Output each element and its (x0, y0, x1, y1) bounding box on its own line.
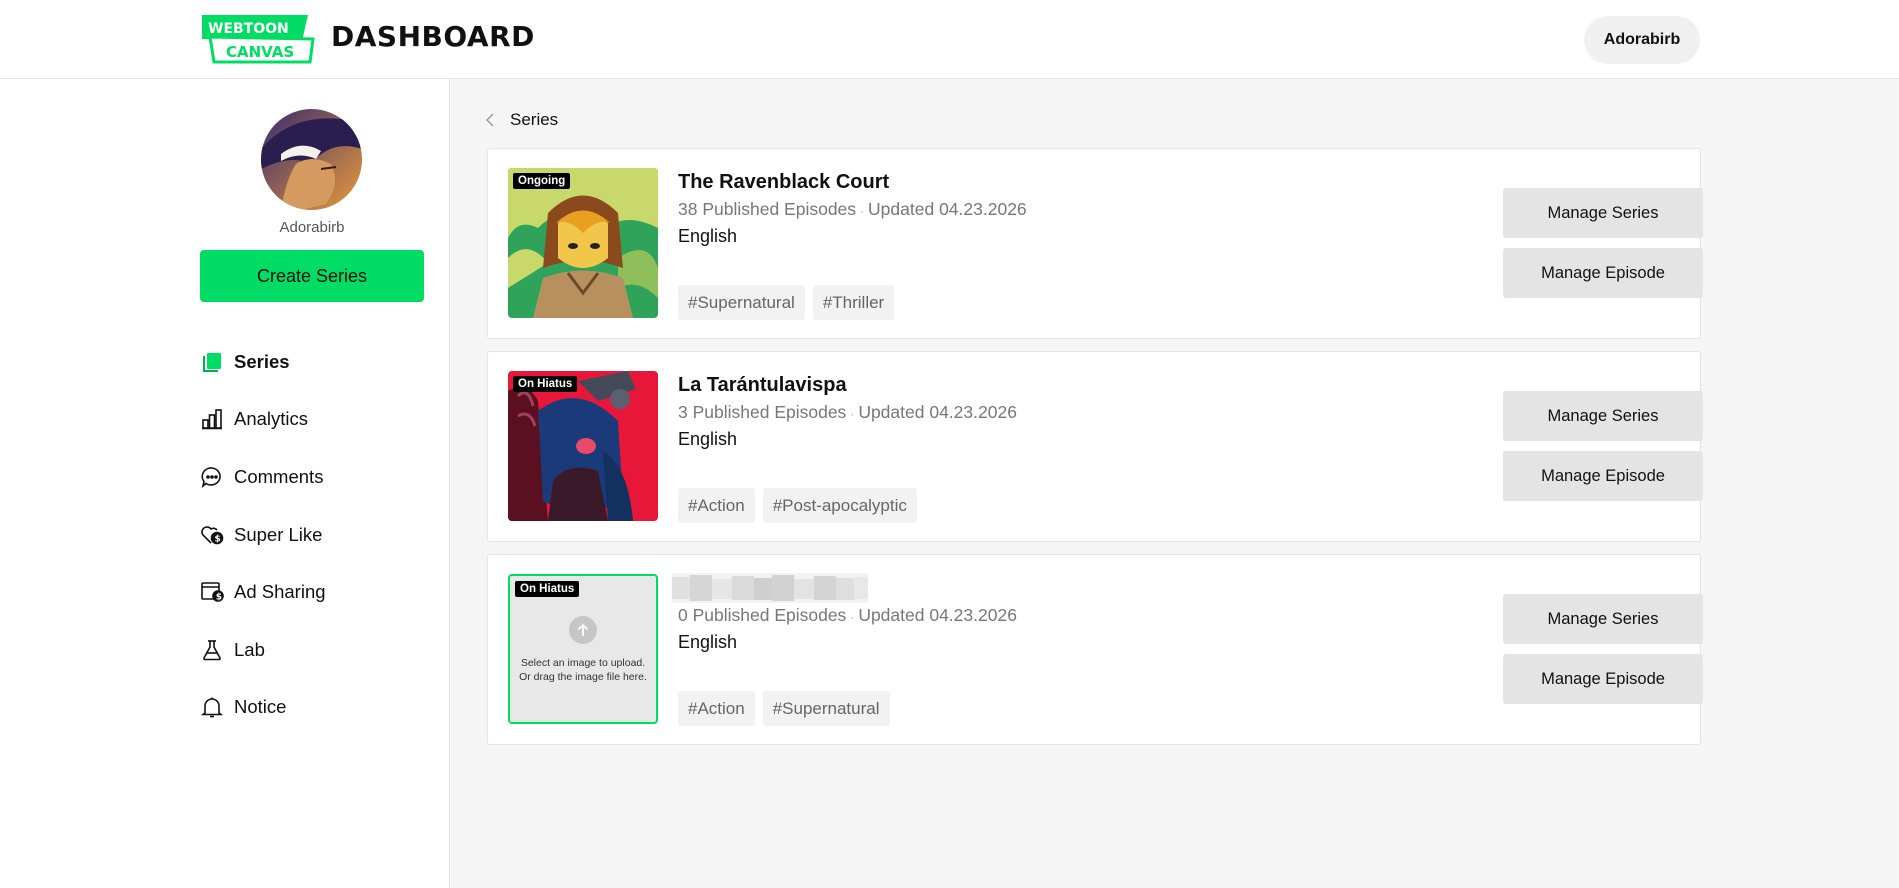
breadcrumb-label: Series (510, 110, 559, 129)
series-icon (200, 350, 224, 374)
updated-date: Updated 04.23.2026 (868, 199, 1027, 219)
status-badge: On Hiatus (513, 376, 578, 392)
separator-dot: · (860, 204, 865, 218)
series-thumbnail[interactable]: Ongoing (508, 168, 658, 318)
sidebar-item-label: Comments (234, 465, 324, 487)
notice-icon (200, 695, 224, 719)
series-meta: 38 Published Episodes · Updated 04.23.2026 (678, 199, 1027, 220)
sidebar-item-label: Ad Sharing (234, 581, 326, 603)
sidebar-item-label: Super Like (234, 523, 323, 545)
manage-series-button[interactable]: Manage Series (1503, 188, 1703, 238)
thumbnail-upload-area[interactable]: On Hiatus Select an image to upload. Or … (508, 574, 658, 724)
series-card: On Hiatus Select an image to upload. Or … (487, 554, 1703, 745)
status-badge: On Hiatus (515, 581, 580, 597)
chevron-left-icon[interactable] (486, 112, 498, 128)
sidebar-item-label: Lab (234, 638, 265, 660)
tag-list: #Supernatural #Thriller (678, 285, 895, 320)
svg-text:$: $ (216, 592, 222, 602)
series-card: On Hiatus La Tarántulavispa 3 Published … (487, 351, 1703, 542)
profile-name: Adorabirb (279, 219, 345, 236)
top-header: WEBTOON CANVAS DASHBOARD Adorabirb (0, 0, 1899, 79)
comments-icon (200, 465, 224, 489)
series-title-redacted (672, 573, 868, 603)
page-title: DASHBOARD (331, 20, 535, 53)
series-language: English (678, 226, 738, 246)
svg-text:$: $ (215, 534, 221, 544)
tag-list: #Action #Post-apocalyptic (678, 488, 917, 523)
series-language: English (678, 632, 738, 652)
status-badge: Ongoing (513, 173, 571, 189)
upload-arrow-icon (569, 616, 597, 644)
logo-text-canvas: CANVAS (226, 43, 294, 61)
series-meta: 0 Published Episodes · Updated 04.23.2026 (678, 605, 1017, 626)
series-title[interactable]: La Tarántulavispa (678, 374, 847, 397)
logo-text-webtoon: WEBTOON (208, 21, 289, 37)
webtoon-canvas-logo[interactable]: WEBTOON CANVAS (200, 13, 315, 64)
main-content: Series Ongoing The Ravenblack Court 38 P… (451, 79, 1899, 888)
sidebar-item-super-like[interactable]: $ Super Like (200, 506, 440, 564)
manage-episode-button[interactable]: Manage Episode (1503, 451, 1703, 501)
episode-count: 3 Published Episodes (678, 402, 847, 422)
avatar[interactable] (261, 109, 362, 210)
breadcrumb: Series (486, 109, 558, 131)
genre-tag: #Post-apocalyptic (762, 488, 917, 523)
sidebar-nav: Series Analytics Comments $ Super Like $… (200, 333, 440, 736)
series-card: Ongoing The Ravenblack Court 38 Publishe… (487, 148, 1703, 339)
series-thumbnail[interactable]: On Hiatus (508, 371, 658, 521)
manage-episode-button[interactable]: Manage Episode (1503, 248, 1703, 298)
genre-tag: #Supernatural (678, 285, 805, 320)
analytics-icon (200, 407, 224, 431)
genre-tag: #Action (678, 488, 755, 523)
sidebar-item-series[interactable]: Series (200, 333, 440, 391)
sidebar-item-notice[interactable]: Notice (200, 679, 440, 737)
updated-date: Updated 04.23.2026 (858, 605, 1017, 625)
lab-icon (200, 638, 224, 662)
sidebar-item-analytics[interactable]: Analytics (200, 391, 440, 449)
series-meta: 3 Published Episodes · Updated 04.23.2026 (678, 402, 1017, 423)
upload-instruction-line2: Or drag the image file here. (519, 671, 647, 683)
separator-dot: · (850, 610, 855, 624)
sidebar-item-label: Series (234, 350, 290, 372)
sidebar-item-comments[interactable]: Comments (200, 448, 440, 506)
user-menu-button[interactable]: Adorabirb (1584, 16, 1700, 64)
sidebar: Adorabirb Create Series Series Analytics… (0, 79, 450, 888)
episode-count: 0 Published Episodes (678, 605, 847, 625)
manage-series-button[interactable]: Manage Series (1503, 391, 1703, 441)
upload-prompt: Select an image to upload. Or drag the i… (510, 616, 656, 684)
series-title[interactable]: The Ravenblack Court (678, 171, 889, 194)
sidebar-item-label: Notice (234, 696, 287, 718)
sidebar-item-label: Analytics (234, 408, 309, 430)
tag-list: #Action #Supernatural (678, 691, 890, 726)
create-series-button[interactable]: Create Series (200, 250, 424, 302)
genre-tag: #Supernatural (762, 691, 890, 726)
manage-series-button[interactable]: Manage Series (1503, 594, 1703, 644)
super-like-icon: $ (200, 523, 224, 547)
upload-instruction-line1: Select an image to upload. (520, 657, 646, 669)
sidebar-item-ad-sharing[interactable]: $ Ad Sharing (200, 563, 440, 621)
manage-episode-button[interactable]: Manage Episode (1503, 654, 1703, 704)
separator-dot: · (850, 407, 855, 421)
genre-tag: #Action (678, 691, 755, 726)
sidebar-item-lab[interactable]: Lab (200, 621, 440, 679)
ad-sharing-icon: $ (200, 580, 224, 604)
updated-date: Updated 04.23.2026 (858, 402, 1017, 422)
series-language: English (678, 429, 738, 449)
episode-count: 38 Published Episodes (678, 199, 857, 219)
genre-tag: #Thriller (812, 285, 895, 320)
